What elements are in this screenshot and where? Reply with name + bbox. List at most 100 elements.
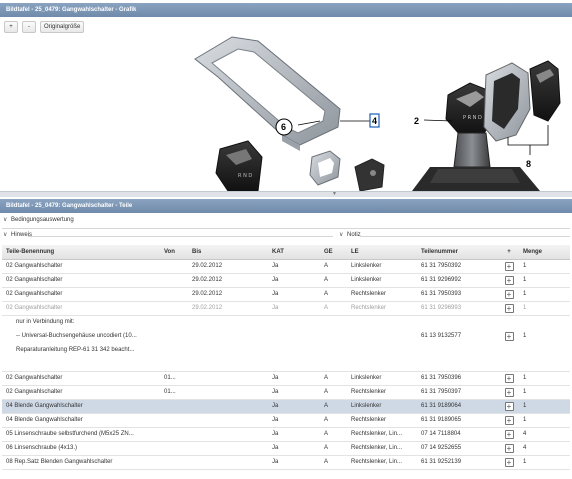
callout-8[interactable]: 8 xyxy=(526,159,531,169)
zoom-out-button[interactable]: - xyxy=(22,21,36,33)
table-row[interactable]: 02 Gangwahlschalter 01... Ja A Linkslenker 61… xyxy=(2,371,570,386)
col-header-menge[interactable]: Menge xyxy=(519,245,570,260)
cell-name: 02 Gangwahlschalter xyxy=(2,259,160,274)
cell-name: -- Universal-Buchsengehäuse uncodiert (1… xyxy=(16,333,137,339)
splitter-arrow-icon[interactable]: ▼ xyxy=(332,192,337,197)
add-to-cart-icon[interactable]: + xyxy=(504,373,514,383)
cell-kat: Ja xyxy=(268,455,320,470)
note-label: Notiz xyxy=(347,232,361,238)
zoom-in-button[interactable]: + xyxy=(4,21,18,33)
hint-label: Hinweis xyxy=(11,232,33,238)
table-row[interactable]: -- Universal-Buchsengehäuse uncodiert (1… xyxy=(2,329,570,343)
callout-4[interactable]: 4 xyxy=(372,116,377,126)
cell-name: 02 Gangwahlschalter xyxy=(2,287,160,302)
chevron-down-icon[interactable]: ∨ xyxy=(3,215,11,226)
add-to-cart-icon[interactable]: + xyxy=(504,415,514,425)
cell-menge: 1 xyxy=(519,273,570,288)
cell-kat: Ja xyxy=(268,427,320,442)
cell-ge: A xyxy=(320,259,347,274)
gear-knob-left: R N D xyxy=(215,140,263,191)
col-header-le[interactable]: LE xyxy=(347,245,417,260)
add-to-cart-icon[interactable]: + xyxy=(504,331,514,341)
cell-tn: 61 13 9132577 xyxy=(421,333,462,339)
cell-le: Rechtslenker, Lin... xyxy=(347,427,417,442)
table-row[interactable]: 04 Blende Gangwahlschalter Ja A Rechtslenke… xyxy=(2,413,570,428)
cell-bis xyxy=(188,357,268,372)
callout-6[interactable]: 6 xyxy=(281,122,286,132)
cell-cart: + xyxy=(499,329,519,343)
cell-ge: A xyxy=(320,287,347,302)
cell-kat: Ja xyxy=(268,413,320,428)
condition-evaluation-section[interactable]: ∨ Bedingungsauswertung xyxy=(0,215,572,226)
table-row[interactable]: 08 Rep.Satz Blenden Gangwahlschalter Ja A R… xyxy=(2,455,570,470)
table-row[interactable]: nur in Verbindung mit: xyxy=(2,315,570,329)
parts-table: Teile-Benennung Von Bis KAT GE LE Teilen… xyxy=(2,245,570,470)
cell-von: 01... xyxy=(160,385,188,400)
col-header-name[interactable]: Teile-Benennung xyxy=(2,245,160,260)
cell-ge: A xyxy=(320,427,347,442)
col-header-kat[interactable]: KAT xyxy=(268,245,320,260)
cell-cart: + xyxy=(499,385,519,400)
cell-cart: + xyxy=(499,427,519,442)
cell-menge: 1 xyxy=(519,371,570,386)
cell-bis xyxy=(188,399,268,414)
cell-ge: A xyxy=(320,441,347,456)
table-row[interactable]: 04 Blende Gangwahlschalter Ja A Linkslenker… xyxy=(2,399,570,414)
table-row[interactable]: 05 Linsenschraube selbstfurchend (M5x25 … xyxy=(2,427,570,442)
cell-ge: A xyxy=(320,385,347,400)
cell-le: Linkslenker xyxy=(347,399,417,414)
col-header-bis[interactable]: Bis xyxy=(188,245,268,260)
add-to-cart-icon[interactable]: + xyxy=(504,443,514,453)
original-size-button[interactable]: Originalgröße xyxy=(40,21,85,33)
table-row[interactable]: 06 Linsenschraube (4x13.) Ja A Rechtslenker… xyxy=(2,441,570,456)
cell-menge: 1 xyxy=(519,385,570,400)
cell-menge: 1 xyxy=(523,333,527,339)
cell-le: Rechtslenker, Lin... xyxy=(347,441,417,456)
cell-le xyxy=(347,357,417,372)
chevron-down-icon[interactable]: ∨ xyxy=(3,230,11,241)
cell-le: Linkslenker xyxy=(347,371,417,386)
add-to-cart-icon[interactable]: + xyxy=(504,261,514,271)
table-row[interactable]: 02 Gangwahlschalter 01... Ja A Rechtslenker 6… xyxy=(2,385,570,400)
add-to-cart-icon[interactable]: + xyxy=(504,429,514,439)
cell-cart: + xyxy=(499,371,519,386)
table-row[interactable]: 02 Gangwahlschalter 29.02.2012 Ja A Rechtsle… xyxy=(2,287,570,302)
cell-tn: 61 31 9252139 xyxy=(417,455,499,470)
gear-knob-set-right xyxy=(483,60,561,142)
cell-von xyxy=(160,315,188,329)
cell-ge xyxy=(320,315,347,329)
cell-name: 02 Gangwahlschalter xyxy=(2,273,160,288)
cell-kat: Ja xyxy=(268,259,320,274)
add-to-cart-icon[interactable]: + xyxy=(504,303,514,313)
callout-2[interactable]: 2 xyxy=(414,116,419,126)
cell-kat: Ja xyxy=(268,371,320,386)
cell-le xyxy=(347,343,417,357)
col-header-ge[interactable]: GE xyxy=(320,245,347,260)
cell-von xyxy=(160,427,188,442)
add-to-cart-icon[interactable]: + xyxy=(504,275,514,285)
add-to-cart-icon[interactable]: + xyxy=(504,387,514,397)
chevron-down-icon[interactable]: ∨ xyxy=(339,230,347,241)
cell-bis xyxy=(188,441,268,456)
add-to-cart-icon[interactable]: + xyxy=(504,457,514,467)
table-row[interactable]: 02 Gangwahlschalter 29.02.2012 Ja A Rechtsle… xyxy=(2,301,570,316)
cell-bis xyxy=(188,343,268,357)
table-row[interactable]: 02 Gangwahlschalter 29.02.2012 Ja A Linkslen… xyxy=(2,259,570,274)
table-row[interactable]: 02 Gangwahlschalter 29.02.2012 Ja A Linkslen… xyxy=(2,273,570,288)
panel-splitter[interactable]: ▼ xyxy=(0,191,572,197)
col-header-cart[interactable]: + xyxy=(499,245,519,260)
col-header-von[interactable]: Von xyxy=(160,245,188,260)
cell-menge: 1 xyxy=(519,399,570,414)
add-to-cart-icon[interactable]: + xyxy=(504,401,514,411)
cell-tn: 61 31 7950392 xyxy=(417,259,499,274)
cell-tn: 07 14 9252655 xyxy=(417,441,499,456)
cell-name: 04 Blende Gangwahlschalter xyxy=(2,413,160,428)
parts-diagram[interactable]: R N D P R N D 6 4 2 8 xyxy=(0,17,572,191)
svg-text:R N D: R N D xyxy=(238,173,252,179)
cell-bis xyxy=(188,315,268,329)
cell-tn: 61 31 9296993 xyxy=(417,301,499,316)
table-row[interactable]: Reparaturanleitung REP-61 31 342 beacht.… xyxy=(2,343,570,357)
add-to-cart-icon[interactable]: + xyxy=(504,289,514,299)
col-header-partnumber[interactable]: Teilenummer xyxy=(417,245,499,260)
cell-tn: 07 14 7118804 xyxy=(417,427,499,442)
